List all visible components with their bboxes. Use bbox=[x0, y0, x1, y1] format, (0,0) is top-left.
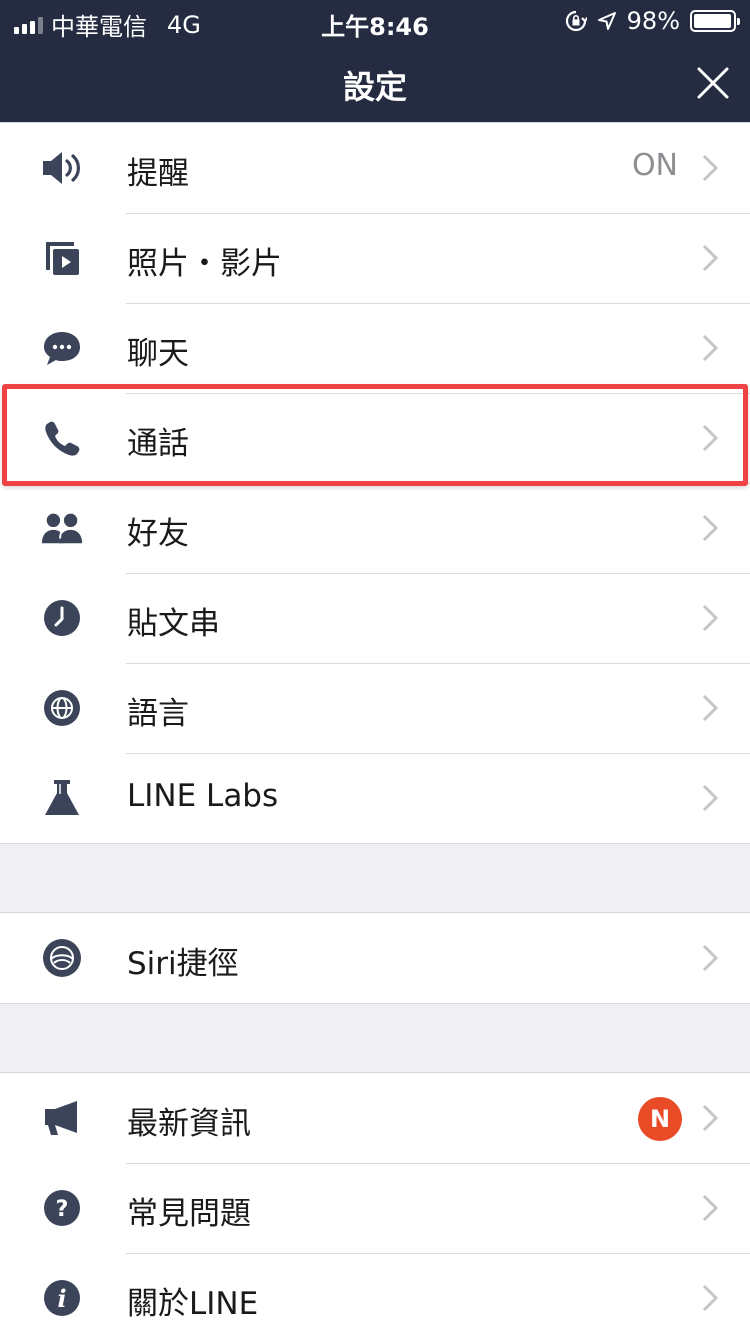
chevron-right-icon bbox=[702, 514, 718, 542]
navigation-header: 中華電信 4G 上午8:46 98% 設定 bbox=[0, 0, 750, 128]
settings-item-label: 聊天 bbox=[127, 336, 189, 372]
new-badge: N bbox=[638, 1097, 682, 1141]
settings-item-label: 常見問題 bbox=[127, 1196, 251, 1232]
chevron-right-icon bbox=[702, 694, 718, 722]
chevron-right-icon bbox=[702, 154, 718, 182]
media-icon bbox=[40, 237, 84, 279]
settings-item-photos-videos[interactable]: 照片・影片 bbox=[0, 213, 750, 303]
settings-item-label: 通話 bbox=[127, 426, 189, 462]
chat-bubble-icon bbox=[40, 327, 84, 369]
settings-item-chats[interactable]: 聊天 bbox=[0, 303, 750, 393]
chevron-right-icon bbox=[702, 1194, 718, 1222]
settings-item-label: 最新資訊 bbox=[127, 1106, 251, 1142]
settings-item-calls[interactable]: 通話 bbox=[0, 393, 750, 483]
settings-item-label: 照片・影片 bbox=[127, 246, 282, 282]
settings-item-language[interactable]: 語言 bbox=[0, 663, 750, 753]
settings-item-label: 貼文串 bbox=[127, 606, 220, 642]
close-icon[interactable] bbox=[696, 66, 730, 100]
phone-icon bbox=[40, 417, 84, 459]
chevron-right-icon bbox=[702, 424, 718, 452]
chevron-right-icon bbox=[702, 604, 718, 632]
svg-text:?: ? bbox=[56, 1197, 69, 1222]
settings-item-label: 好友 bbox=[127, 516, 189, 552]
location-arrow-icon bbox=[597, 12, 616, 30]
info-icon: i bbox=[40, 1277, 84, 1319]
battery-percent: 98% bbox=[626, 7, 680, 35]
siri-icon bbox=[40, 937, 84, 979]
chevron-right-icon bbox=[702, 334, 718, 362]
settings-group-main: 提醒 ON 照片・影片 聊天 通話 好友 貼文串 語言 LINE Labs bbox=[0, 122, 750, 844]
battery-icon bbox=[690, 10, 740, 32]
settings-item-label: 關於LINE bbox=[127, 1286, 259, 1322]
page-title: 設定 bbox=[342, 68, 407, 106]
rotation-lock-icon bbox=[565, 10, 587, 32]
settings-group-siri: Siri捷徑 bbox=[0, 912, 750, 1004]
settings-item-label: LINE Labs bbox=[127, 778, 279, 814]
chevron-right-icon bbox=[702, 1284, 718, 1312]
svg-text:i: i bbox=[57, 1284, 66, 1313]
settings-item-siri-shortcuts[interactable]: Siri捷徑 bbox=[0, 913, 750, 1003]
settings-item-news[interactable]: 最新資訊 N bbox=[0, 1073, 750, 1163]
settings-item-label: 語言 bbox=[127, 696, 189, 732]
clock-icon bbox=[40, 597, 84, 639]
megaphone-icon bbox=[40, 1097, 84, 1139]
settings-item-notifications[interactable]: 提醒 ON bbox=[0, 123, 750, 213]
chevron-right-icon bbox=[702, 944, 718, 972]
notifications-status-value: ON bbox=[631, 148, 678, 183]
speaker-icon bbox=[40, 147, 84, 189]
settings-item-faq[interactable]: ? 常見問題 bbox=[0, 1163, 750, 1253]
question-icon: ? bbox=[40, 1187, 84, 1229]
settings-item-timeline[interactable]: 貼文串 bbox=[0, 573, 750, 663]
settings-item-about[interactable]: i 關於LINE bbox=[0, 1253, 750, 1334]
friends-icon bbox=[40, 507, 84, 549]
settings-item-friends[interactable]: 好友 bbox=[0, 483, 750, 573]
chevron-right-icon bbox=[702, 1104, 718, 1132]
chevron-right-icon bbox=[702, 244, 718, 272]
globe-icon bbox=[40, 687, 84, 729]
settings-item-line-labs[interactable]: LINE Labs bbox=[0, 753, 750, 843]
settings-group-info: 最新資訊 N ? 常見問題 i 關於LINE bbox=[0, 1072, 750, 1334]
status-bar: 中華電信 4G 上午8:46 98% bbox=[0, 0, 750, 41]
settings-item-label: 提醒 bbox=[127, 156, 189, 192]
chevron-right-icon bbox=[702, 784, 718, 812]
flask-icon bbox=[40, 777, 84, 819]
settings-item-label: Siri捷徑 bbox=[127, 946, 239, 982]
